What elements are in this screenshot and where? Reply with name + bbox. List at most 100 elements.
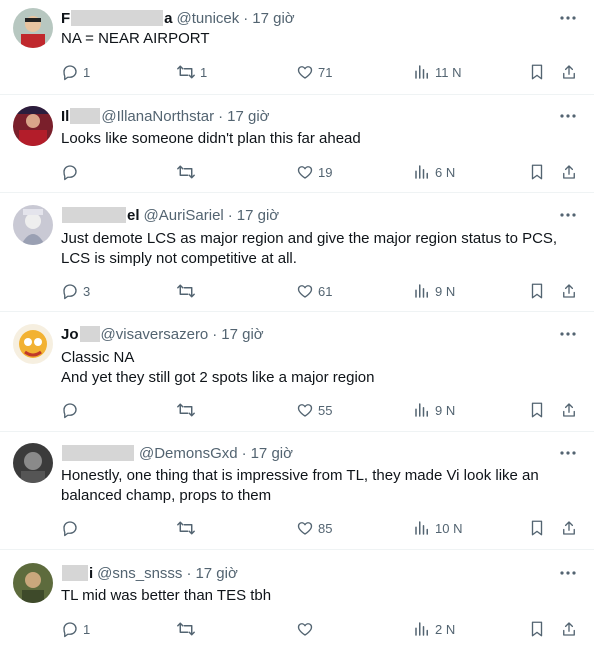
repost-button[interactable]: 1 xyxy=(176,62,207,82)
bookmark-button[interactable] xyxy=(529,62,545,82)
bookmark-icon xyxy=(531,164,543,180)
like-button[interactable]: 19 xyxy=(296,162,332,182)
reply-button[interactable] xyxy=(61,162,83,182)
tweet-text: Classic NA And yet they still got 2 spot… xyxy=(61,348,581,388)
avatar[interactable] xyxy=(13,8,53,48)
like-button[interactable] xyxy=(296,619,318,639)
tweet-text-line: Just demote LCS as major region and give… xyxy=(61,230,558,247)
like-count: 61 xyxy=(318,283,333,299)
like-button[interactable]: 71 xyxy=(296,62,332,82)
tweet-header: @DemonsGxd · 17 giờ xyxy=(61,443,293,463)
display-name-end[interactable]: el xyxy=(127,207,140,224)
redacted-name xyxy=(62,207,126,223)
tweet-text: NA = NEAR AIRPORT xyxy=(61,29,581,49)
heart-icon xyxy=(297,66,313,79)
user-handle[interactable]: @tunicek xyxy=(177,10,240,27)
avatar[interactable] xyxy=(13,324,53,364)
user-handle[interactable]: @DemonsGxd xyxy=(139,445,238,462)
view-count: 9 N xyxy=(435,402,456,418)
reply-icon xyxy=(63,622,77,638)
view-count: 11 N xyxy=(435,64,462,80)
tweet[interactable]: @DemonsGxd · 17 giờ Honestly, one thing … xyxy=(0,432,594,550)
user-handle[interactable]: @visaversazero xyxy=(101,326,209,343)
more-options-icon[interactable] xyxy=(558,324,578,344)
more-options-icon[interactable] xyxy=(558,106,578,126)
views-button[interactable]: 6 N xyxy=(413,162,455,182)
view-count: 6 N xyxy=(435,164,456,180)
share-button[interactable] xyxy=(561,518,577,538)
timestamp[interactable]: 17 giờ xyxy=(227,108,269,125)
share-button[interactable] xyxy=(561,400,577,420)
avatar[interactable] xyxy=(13,563,53,603)
tweet[interactable]: Il @IllanaNorthstar · 17 giờ Looks like … xyxy=(0,95,594,193)
more-options-icon[interactable] xyxy=(558,8,578,28)
display-name[interactable]: F xyxy=(61,10,70,27)
share-icon xyxy=(563,65,575,79)
tweet[interactable]: F a @tunicek · 17 giờ NA = NEAR AIRPORT … xyxy=(0,0,594,95)
share-icon xyxy=(563,403,575,417)
repost-button[interactable] xyxy=(176,400,200,420)
separator-dot: · xyxy=(186,564,192,582)
reply-button[interactable]: 3 xyxy=(61,281,90,301)
bookmark-icon xyxy=(531,621,543,637)
share-button[interactable] xyxy=(561,162,577,182)
reply-button[interactable] xyxy=(61,400,83,420)
views-button[interactable]: 11 N xyxy=(413,62,462,82)
timestamp[interactable]: 17 giờ xyxy=(195,565,237,582)
bookmark-button[interactable] xyxy=(529,518,545,538)
tweet[interactable]: el @AuriSariel · 17 giờ Just demote LCS … xyxy=(0,193,594,312)
views-icon xyxy=(415,622,428,636)
share-button[interactable] xyxy=(561,619,577,639)
heart-icon xyxy=(297,166,313,179)
separator-dot: · xyxy=(241,444,247,462)
views-button[interactable]: 2 N xyxy=(413,619,455,639)
share-icon xyxy=(563,165,575,179)
view-count: 9 N xyxy=(435,283,456,299)
share-button[interactable] xyxy=(561,62,577,82)
repost-button[interactable] xyxy=(176,518,200,538)
avatar[interactable] xyxy=(13,106,53,146)
repost-button[interactable] xyxy=(176,281,200,301)
bookmark-button[interactable] xyxy=(529,281,545,301)
share-icon xyxy=(563,521,575,535)
reply-button[interactable]: 1 xyxy=(61,619,90,639)
display-name[interactable]: Il xyxy=(61,108,69,125)
reply-count: 1 xyxy=(83,621,91,637)
tweet[interactable]: Jo @visaversazero · 17 giờ Classic NA An… xyxy=(0,312,594,432)
views-button[interactable]: 10 N xyxy=(413,518,462,538)
like-count: 55 xyxy=(318,402,333,418)
repost-button[interactable] xyxy=(176,162,200,182)
repost-icon xyxy=(177,65,195,79)
more-options-icon[interactable] xyxy=(558,443,578,463)
reply-button[interactable]: 1 xyxy=(61,62,90,82)
avatar[interactable] xyxy=(13,205,53,245)
timestamp[interactable]: 17 giờ xyxy=(237,207,279,224)
reply-button[interactable] xyxy=(61,518,83,538)
more-options-icon[interactable] xyxy=(558,563,578,583)
repost-button[interactable] xyxy=(176,619,200,639)
bookmark-button[interactable] xyxy=(529,162,545,182)
tweet-text-line: Looks like someone didn't plan this far … xyxy=(61,130,361,147)
user-handle[interactable]: @IllanaNorthstar xyxy=(101,108,214,125)
views-button[interactable]: 9 N xyxy=(413,400,455,420)
bookmark-button[interactable] xyxy=(529,619,545,639)
avatar[interactable] xyxy=(13,443,53,483)
timestamp[interactable]: 17 giờ xyxy=(252,10,294,27)
tweet[interactable]: i @sns_snsss · 17 giờ TL mid was better … xyxy=(0,550,594,653)
display-name[interactable]: Jo xyxy=(61,326,79,343)
timestamp[interactable]: 17 giờ xyxy=(251,445,293,462)
like-button[interactable]: 55 xyxy=(296,400,332,420)
like-button[interactable]: 85 xyxy=(296,518,332,538)
views-button[interactable]: 9 N xyxy=(413,281,455,301)
timestamp[interactable]: 17 giờ xyxy=(221,326,263,343)
user-handle[interactable]: @AuriSariel xyxy=(144,207,224,224)
display-name-end[interactable]: a xyxy=(164,10,172,27)
user-handle[interactable]: @sns_snsss xyxy=(97,565,182,582)
action-bar: 1 2 N xyxy=(0,619,594,639)
bookmark-button[interactable] xyxy=(529,400,545,420)
tweet-header: el @AuriSariel · 17 giờ xyxy=(61,205,279,225)
share-button[interactable] xyxy=(561,281,577,301)
like-button[interactable]: 61 xyxy=(296,281,332,301)
display-name-end[interactable]: i xyxy=(89,565,93,582)
more-options-icon[interactable] xyxy=(558,205,578,225)
